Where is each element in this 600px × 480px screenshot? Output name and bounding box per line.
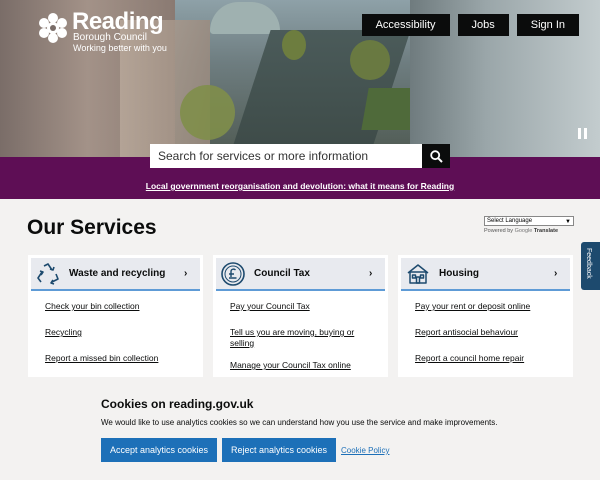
top-navigation: Accessibility Jobs Sign In	[361, 14, 579, 36]
service-card-council-tax: Council Tax › Pay your Council Tax Tell …	[213, 255, 388, 377]
service-link-list: Pay your rent or deposit online Report a…	[415, 301, 563, 379]
cookie-policy-link[interactable]: Cookie Policy	[341, 446, 389, 455]
council-logo[interactable]: Reading Borough Council Working better w…	[36, 8, 167, 54]
cookie-banner-text: We would like to use analytics cookies s…	[101, 418, 498, 427]
feedback-label: Feedback	[585, 248, 592, 279]
logo-subtitle: Borough Council	[73, 32, 147, 43]
service-card-title: Housing	[439, 268, 479, 279]
pound-icon	[218, 261, 248, 287]
bin-collection-link[interactable]: Check your bin collection	[45, 301, 140, 311]
hero-image: Reading Borough Council Working better w…	[0, 0, 600, 157]
reorganisation-link[interactable]: Local government reorganisation and devo…	[146, 181, 454, 191]
service-card-title: Council Tax	[254, 268, 310, 279]
feedback-tab[interactable]: Feedback	[581, 242, 600, 290]
language-select-label: Select Language	[487, 218, 533, 224]
search-input[interactable]	[150, 144, 422, 168]
antisocial-behaviour-link[interactable]: Report antisocial behaviour	[415, 327, 518, 337]
service-card-waste: Waste and recycling › Check your bin col…	[28, 255, 203, 377]
accessibility-link[interactable]: Accessibility	[361, 14, 450, 36]
house-icon	[403, 261, 433, 287]
service-link-list: Pay your Council Tax Tell us you are mov…	[230, 301, 378, 386]
chevron-right-icon: ›	[554, 268, 558, 279]
home-repair-link[interactable]: Report a council home repair	[415, 353, 524, 363]
translate-text: Translate	[533, 228, 559, 234]
logo-tagline: Working better with you	[73, 43, 167, 53]
service-link-list: Check your bin collection Recycling Repo…	[45, 301, 193, 379]
chevron-right-icon: ›	[369, 268, 373, 279]
pay-council-tax-link[interactable]: Pay your Council Tax	[230, 301, 310, 311]
page-title: Our Services	[27, 216, 157, 239]
google-logo-text: Google	[514, 228, 533, 234]
search-bar	[150, 144, 450, 168]
reject-cookies-button[interactable]: Reject analytics cookies	[222, 438, 336, 462]
jobs-link[interactable]: Jobs	[457, 14, 509, 36]
logo-mark-icon	[39, 13, 67, 43]
search-button[interactable]	[422, 144, 450, 168]
language-select[interactable]: Select Language ▼	[484, 216, 574, 226]
service-card-header[interactable]: Waste and recycling ›	[31, 258, 200, 291]
cookie-banner: Cookies on reading.gov.uk We would like …	[0, 382, 600, 480]
pay-rent-link[interactable]: Pay your rent or deposit online	[415, 301, 530, 311]
search-icon	[429, 149, 443, 163]
manage-council-tax-link[interactable]: Manage your Council Tax online	[230, 360, 351, 370]
sign-in-link[interactable]: Sign In	[516, 14, 579, 36]
service-card-header[interactable]: Housing ›	[401, 258, 570, 291]
chevron-right-icon: ›	[184, 268, 188, 279]
pause-icon[interactable]	[578, 128, 588, 139]
google-translate-credit: Powered by Google Translate	[484, 228, 558, 234]
service-card-housing: Housing › Pay your rent or deposit onlin…	[398, 255, 573, 377]
accept-cookies-button[interactable]: Accept analytics cookies	[101, 438, 217, 462]
missed-bin-link[interactable]: Report a missed bin collection	[45, 353, 158, 363]
chevron-down-icon: ▼	[565, 219, 571, 225]
cookie-banner-title: Cookies on reading.gov.uk	[101, 397, 254, 411]
service-card-title: Waste and recycling	[69, 268, 166, 279]
powered-by-text: Powered by	[484, 228, 514, 234]
service-card-header[interactable]: Council Tax ›	[216, 258, 385, 291]
moving-buying-selling-link[interactable]: Tell us you are moving, buying or sellin…	[230, 327, 354, 348]
recycling-icon	[33, 261, 63, 287]
notice-banner: Local government reorganisation and devo…	[0, 176, 600, 194]
recycling-link[interactable]: Recycling	[45, 327, 82, 337]
